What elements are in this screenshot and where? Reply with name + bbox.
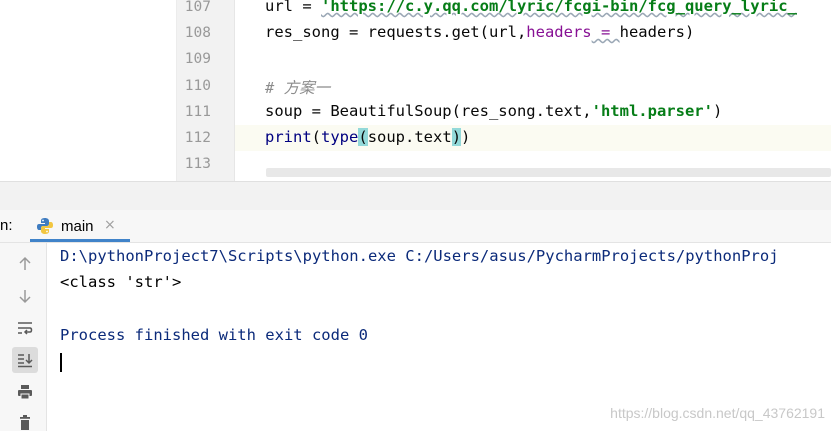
console-command-line: D:\pythonProject7\Scripts\python.exe C:/… [60,247,779,265]
code-token: ( [311,128,322,146]
code-line: soup = BeautifulSoup(res_song.text,'html… [265,102,722,120]
line-number-gutter: 107 108 109 110 111 112 113 [177,0,235,181]
watermark: https://blog.csdn.net/qq_43762191 [610,405,825,421]
console-exit-line: Process finished with exit code 0 [60,326,368,344]
tab-main[interactable]: main × [30,210,130,242]
active-tab-indicator [30,239,130,242]
trash-icon[interactable] [12,409,38,435]
line-number: 110 [184,78,211,94]
code-row[interactable]: url = 'https://c.y.qq.com/lyric/fcgi-bin… [235,0,831,20]
code-token: url = [265,0,321,15]
run-label: n: [0,217,13,234]
code-token: # 方案一 [265,79,331,97]
code-token: = [591,23,620,41]
code-area[interactable]: url = 'https://c.y.qq.com/lyric/fcgi-bin… [235,0,831,181]
code-token: res_song = requests.get(url, [265,23,527,41]
run-console[interactable]: D:\pythonProject7\Scripts\python.exe C:/… [47,243,831,431]
code-token: soup = BeautifulSoup(res_song.text, [265,102,592,120]
code-token: headers) [619,23,695,41]
code-token: 'https://c.y.qq.com/lyric/fcgi-bin/fcg_q… [321,0,797,15]
tab-main-label: main [61,218,94,235]
close-icon[interactable]: × [104,217,116,233]
run-toolbar [0,243,47,431]
code-token: ) [451,128,462,146]
code-token: soup.text [367,128,452,146]
line-number: 108 [184,25,211,41]
code-row[interactable]: print(type(soup.text)) [235,125,831,151]
up-arrow-icon[interactable] [12,251,38,277]
code-token: print [265,128,312,146]
code-token: type [321,128,359,146]
line-number: 109 [184,51,211,67]
code-line: res_song = requests.get(url,headers = he… [265,23,694,41]
python-icon [36,217,54,239]
code-token: headers [526,23,592,41]
panel-separator[interactable] [0,181,831,211]
code-row[interactable]: # 方案一 [235,73,831,99]
code-line: url = 'https://c.y.qq.com/lyric/fcgi-bin… [265,0,797,15]
soft-wrap-icon[interactable] [12,315,38,341]
code-row[interactable]: res_song = requests.get(url,headers = he… [235,20,831,46]
scroll-to-end-icon[interactable] [12,347,38,373]
code-line: # 方案一 [265,76,330,98]
console-output-line: <class 'str'> [60,273,182,291]
code-row[interactable]: soup = BeautifulSoup(res_song.text,'html… [235,99,831,125]
print-icon[interactable] [12,379,38,405]
code-editor[interactable]: 107 108 109 110 111 112 113 url = 'https://c.y… [0,0,831,181]
horizontal-scrollbar[interactable] [266,168,831,177]
code-token: ( [358,128,368,146]
run-tool-window-header: n: main × [0,210,831,243]
code-token: 'html.parser' [591,102,713,120]
line-number: 112 [184,130,211,146]
line-number: 111 [184,104,211,120]
line-number: 107 [184,0,211,15]
text-caret [60,353,62,372]
code-row[interactable] [235,46,831,72]
project-panel-edge [0,0,177,181]
line-number: 113 [184,156,211,172]
code-token: ) [461,128,471,146]
code-line: print(type(soup.text)) [265,128,470,146]
down-arrow-icon[interactable] [12,283,38,309]
code-token: ) [712,102,723,120]
